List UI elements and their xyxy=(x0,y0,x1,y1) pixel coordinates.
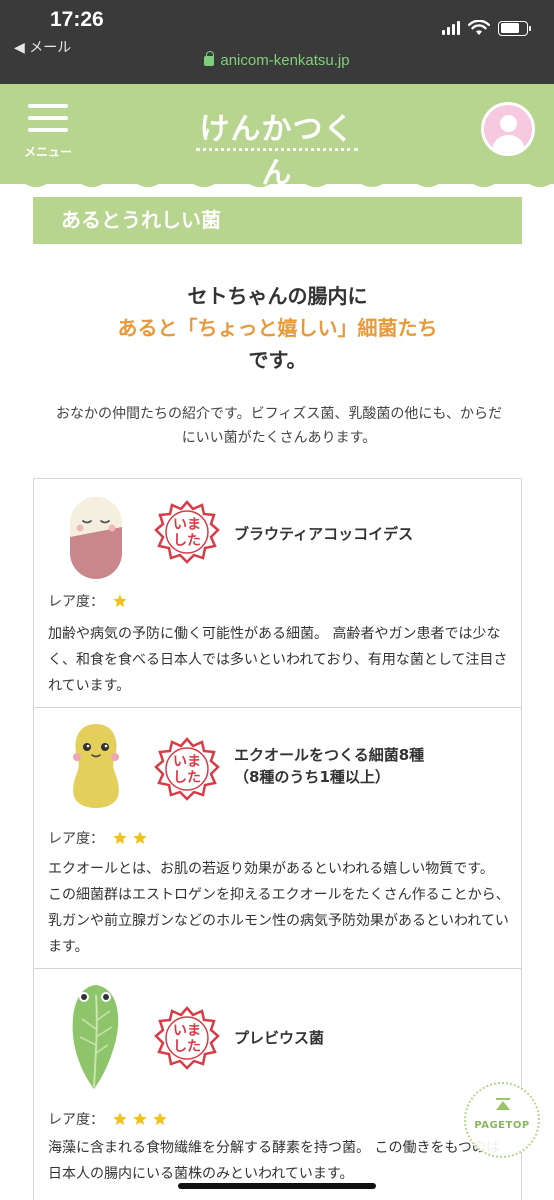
home-indicator[interactable] xyxy=(178,1183,376,1189)
pagetop-label: PAGETOP xyxy=(474,1120,530,1131)
arrow-up-icon-head xyxy=(496,1101,510,1110)
present-stamp-icon: いま した xyxy=(154,500,220,564)
bacteria-description: 加齢や病気の予防に働く可能性がある細菌。 高齢者やガン患者では少なく、和食を食べ… xyxy=(48,626,508,694)
intro-heading: セトちゃんの腸内に あると「ちょっと嬉しい」細菌たち です。 xyxy=(33,280,522,376)
rarity-row: レア度： xyxy=(48,1109,168,1129)
bacteria-description: 海藻に含まれる食物繊維を分解する酵素を持つ菌。 この働きをもつのは日本人の腸内に… xyxy=(48,1140,500,1182)
hamburger-icon-bar xyxy=(28,128,68,132)
pagetop-button[interactable]: PAGETOP xyxy=(464,1082,540,1158)
capsule-character-icon xyxy=(70,497,122,579)
stamp-text: いま xyxy=(173,1023,201,1039)
leaf-character-icon xyxy=(72,985,119,1089)
peanut-character-icon xyxy=(73,724,119,808)
rarity-label: レア度： xyxy=(48,831,104,847)
rarity-stars xyxy=(112,830,148,846)
avatar-icon-body xyxy=(492,135,525,153)
cellular-signal-icon xyxy=(442,21,460,35)
star-icon xyxy=(113,1112,127,1125)
avatar-icon xyxy=(500,115,517,132)
rarity-label: レア度： xyxy=(48,1112,104,1128)
bacteria-name-line-2: （8種のうち1種以上） xyxy=(234,768,390,786)
intro-line-3: です。 xyxy=(248,348,307,372)
status-icons xyxy=(442,20,531,36)
stamp-text: した xyxy=(173,1039,201,1055)
section-title: あるとうれしい菌 xyxy=(33,197,522,244)
intro-description: おなかの仲間たちの紹介です。ビフィズス菌、乳酸菌の他にも、からだにいい菌がたくさ… xyxy=(56,406,502,446)
rarity-stars xyxy=(112,1111,168,1127)
bacteria-name-line-1: エクオールをつくる細菌8種 xyxy=(234,746,425,764)
bacteria-name: エクオールをつくる細菌8種 （8種のうち1種以上） xyxy=(234,744,424,788)
bacteria-name: ブラウティアコッコイデス xyxy=(234,525,414,543)
browser-chrome: 17:26 ◀ メール anicom-kenkatsu.jp xyxy=(0,0,554,84)
bacteria-card: いま した エクオールをつくる細菌8種 （8種のうち1種以上） レア度： エクオ… xyxy=(33,707,522,969)
star-icon xyxy=(133,1112,147,1125)
rarity-row: レア度： xyxy=(48,591,128,611)
intro-line-1: セトちゃんの腸内に xyxy=(187,284,368,308)
address-bar[interactable]: anicom-kenkatsu.jp xyxy=(0,51,554,69)
present-stamp-icon: いま した xyxy=(154,737,220,801)
stamp-text: いま xyxy=(173,754,201,770)
bacteria-description: エクオールとは、お肌の若返り効果があるといわれる嬉しい物質です。 この細菌群はエ… xyxy=(48,861,510,955)
bacteria-name: プレビウス菌 xyxy=(234,1029,325,1047)
bacteria-card: いま した プレビウス菌 レア度： 海藻に含まれる食物繊維を分解する酵素を持つ菌… xyxy=(33,968,522,1200)
battery-icon xyxy=(498,20,531,36)
stamp-text: した xyxy=(173,533,201,549)
star-icon xyxy=(113,831,127,844)
star-icon xyxy=(153,1112,167,1125)
hamburger-icon xyxy=(28,104,68,108)
rarity-row: レア度： xyxy=(48,828,148,848)
bacteria-card: いま した ブラウティアコッコイデス レア度： 加齢や病気の予防に働く可能性があ… xyxy=(33,478,522,708)
rarity-stars xyxy=(112,593,128,609)
logo-underline xyxy=(196,148,358,151)
stamp-text: いま xyxy=(173,517,201,533)
arrow-up-icon xyxy=(496,1098,510,1100)
star-icon xyxy=(133,831,147,844)
url-text: anicom-kenkatsu.jp xyxy=(220,52,350,69)
present-stamp-icon: いま した xyxy=(154,1006,220,1070)
menu-label[interactable]: メニュー xyxy=(14,143,82,160)
star-icon xyxy=(113,594,127,607)
intro-line-2: あると「ちょっと嬉しい」細菌たち xyxy=(117,316,438,340)
hamburger-icon-bar xyxy=(28,116,68,120)
user-avatar-button[interactable] xyxy=(481,102,535,156)
wifi-icon xyxy=(468,20,490,35)
rarity-label: レア度： xyxy=(48,594,104,610)
stamp-text: した xyxy=(173,770,201,786)
status-time: 17:26 xyxy=(50,8,104,31)
lock-icon xyxy=(204,51,215,66)
